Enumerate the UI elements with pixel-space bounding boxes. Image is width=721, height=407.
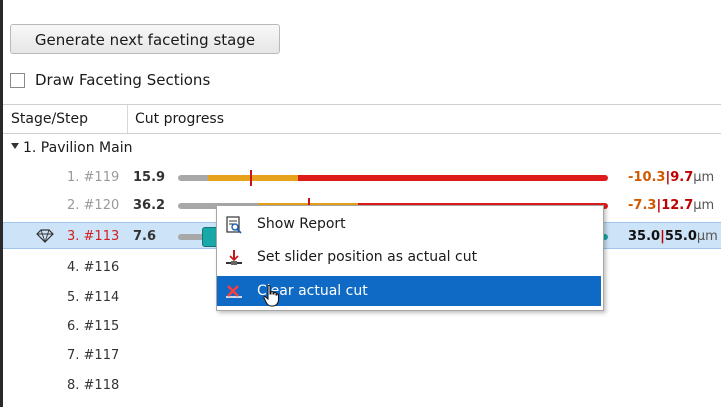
draw-sections-checkbox[interactable] <box>10 72 25 88</box>
step-value: 36.2 <box>133 198 166 213</box>
set-slider-icon <box>226 250 242 265</box>
step-label: 7. #117 <box>67 348 120 363</box>
table-row[interactable]: 8. #118 <box>3 372 721 399</box>
menu-item-set-slider-position[interactable]: Set slider position as actual cut <box>217 242 601 272</box>
step-label: 6. #115 <box>67 319 120 334</box>
tolerance-values: -7.3|12.7µm <box>628 198 715 213</box>
step-label: 5. #114 <box>67 290 120 305</box>
step-label: 4. #116 <box>67 260 120 275</box>
group-title: 1. Pavilion Main <box>23 140 133 156</box>
step-label: 2. #120 <box>67 198 120 213</box>
column-divider[interactable] <box>127 105 128 133</box>
step-value: 7.6 <box>133 229 157 244</box>
report-icon <box>226 216 242 234</box>
diamond-stone-icon <box>36 229 54 243</box>
step-label: 8. #118 <box>67 378 120 393</box>
column-header-cut-progress[interactable]: Cut progress <box>135 105 224 133</box>
menu-item-show-report[interactable]: Show Report <box>217 209 601 239</box>
draw-sections-label: Draw Faceting Sections <box>35 71 211 89</box>
tolerance-values: -10.3|9.7µm <box>628 170 715 185</box>
expand-caret-icon[interactable] <box>11 143 19 149</box>
table-row[interactable]: 1. #119 15.9 -10.3|9.7µm <box>3 164 721 191</box>
draw-sections-option[interactable]: Draw Faceting Sections <box>10 69 210 91</box>
mouse-cursor-icon <box>263 285 279 307</box>
step-label: 1. #119 <box>67 170 120 185</box>
generate-next-stage-button[interactable]: Generate next faceting stage <box>10 24 280 54</box>
table-row[interactable]: 7. #117 <box>3 342 721 369</box>
table-row[interactable]: 6. #115 <box>3 313 721 340</box>
clear-cut-icon <box>226 285 242 298</box>
actual-cut-marker <box>250 170 252 186</box>
group-label: 1. Pavilion Main <box>11 135 132 162</box>
tolerance-values: 35.0|55.0µm <box>628 229 718 244</box>
table-header: Stage/Step Cut progress <box>3 104 721 134</box>
group-row-pavilion-main[interactable]: 1. Pavilion Main <box>3 135 721 162</box>
column-header-stage[interactable]: Stage/Step <box>11 105 88 133</box>
step-label: 3. #113 <box>67 229 120 244</box>
cut-progress-bar[interactable] <box>178 175 608 181</box>
menu-item-label: Show Report <box>257 216 346 232</box>
menu-item-label: Set slider position as actual cut <box>257 249 478 265</box>
step-value: 15.9 <box>133 170 166 185</box>
